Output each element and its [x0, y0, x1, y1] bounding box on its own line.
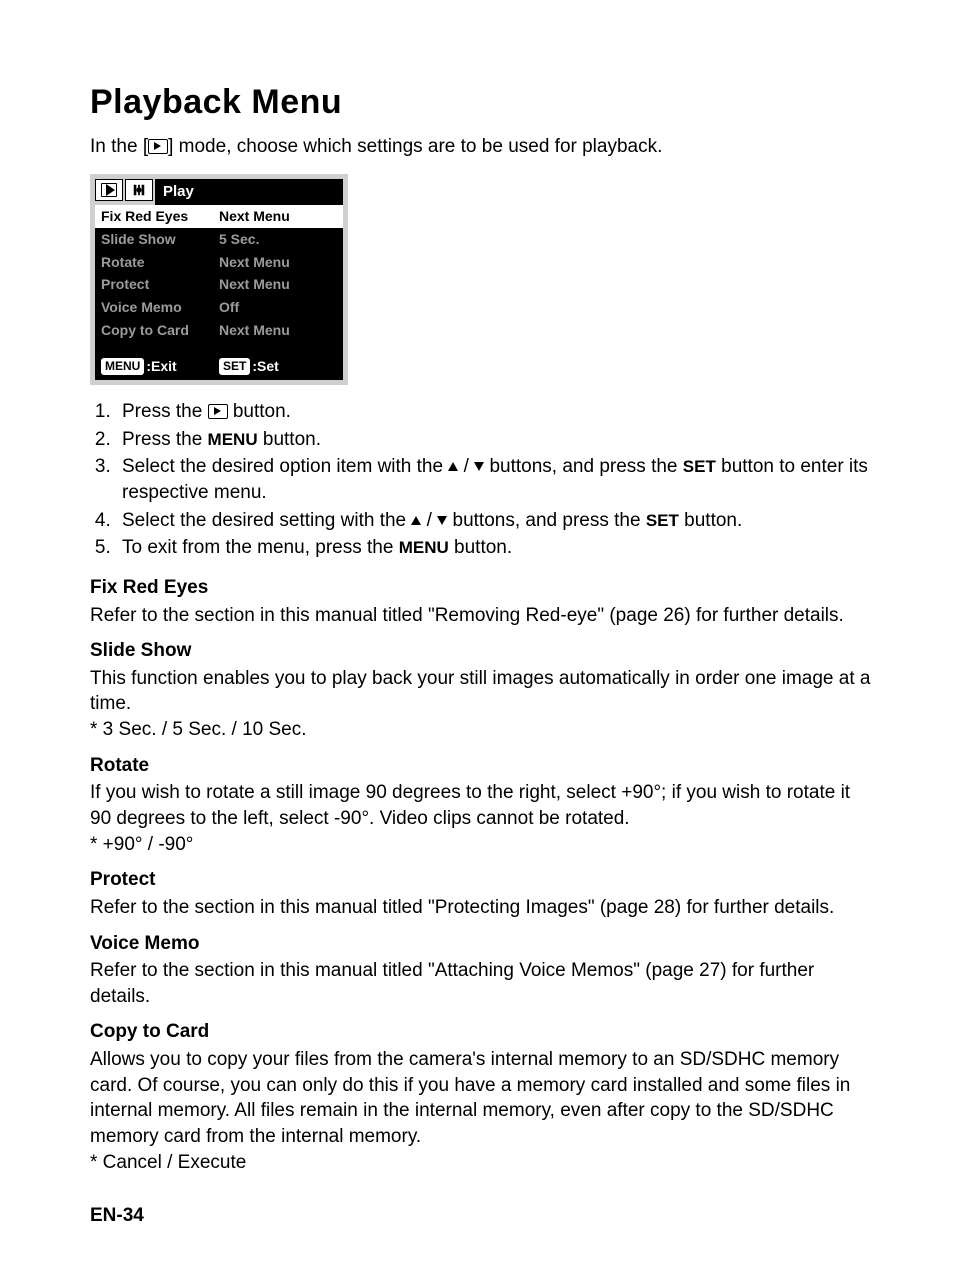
menu-row-label: Slide Show: [101, 230, 219, 249]
section-text: If you wish to rotate a still image 90 d…: [90, 780, 874, 831]
menu-row-value: Next Menu: [219, 253, 337, 272]
play-mode-icon: [208, 404, 228, 419]
menu-row: Voice Memo Off: [95, 296, 343, 319]
arrow-down-icon: [474, 462, 484, 471]
tab-playback-icon: [95, 179, 123, 201]
section-options: * Cancel / Execute: [90, 1150, 874, 1176]
section-heading-slide-show: Slide Show: [90, 638, 874, 664]
set-button-label: SET: [646, 511, 679, 530]
menu-row-value: Next Menu: [219, 207, 337, 226]
step-text: button.: [228, 401, 291, 422]
menu-row-value: Next Menu: [219, 275, 337, 294]
tab-setup-icon: [125, 179, 153, 201]
menu-row: Protect Next Menu: [95, 273, 343, 296]
menu-chip: MENU: [101, 358, 144, 374]
section-options: * 3 Sec. / 5 Sec. / 10 Sec.: [90, 717, 874, 743]
step-text: Select the desired option item with the: [122, 456, 448, 477]
menu-row-value: Off: [219, 298, 337, 317]
step-text: Press the: [122, 429, 208, 450]
step-item: To exit from the menu, press the MENU bu…: [116, 535, 874, 561]
step-item: Press the button.: [116, 399, 874, 425]
menu-row-value: 5 Sec.: [219, 230, 337, 249]
menu-row-label: Voice Memo: [101, 298, 219, 317]
step-text: buttons, and press the: [447, 510, 646, 531]
step-text: /: [421, 510, 437, 531]
arrow-down-icon: [437, 516, 447, 525]
section-body: Refer to the section in this manual titl…: [90, 603, 874, 629]
menu-row-label: Fix Red Eyes: [101, 207, 219, 226]
step-text: /: [458, 456, 474, 477]
steps-list: Press the button. Press the MENU button.…: [90, 399, 874, 561]
section-heading-copy-to-card: Copy to Card: [90, 1019, 874, 1045]
camera-menu-screenshot: Play Fix Red Eyes Next Menu Slide Show 5…: [90, 174, 348, 385]
menu-footer: MENU :Exit SET :Set: [95, 354, 343, 380]
section-body: Refer to the section in this manual titl…: [90, 958, 874, 1009]
section-body: Allows you to copy your files from the c…: [90, 1047, 874, 1175]
menu-row: Rotate Next Menu: [95, 251, 343, 274]
menu-row: Fix Red Eyes Next Menu: [95, 205, 343, 228]
section-heading-rotate: Rotate: [90, 753, 874, 779]
arrow-up-icon: [448, 462, 458, 471]
menu-row-value: Next Menu: [219, 321, 337, 340]
intro-before: In the [: [90, 136, 148, 157]
menu-row-label: Copy to Card: [101, 321, 219, 340]
section-body: If you wish to rotate a still image 90 d…: [90, 780, 874, 857]
menu-row-label: Rotate: [101, 253, 219, 272]
menu-button-label: MENU: [208, 430, 258, 449]
section-text: This function enables you to play back y…: [90, 666, 874, 717]
menu-button-label: MENU: [399, 538, 449, 557]
step-item: Select the desired option item with the …: [116, 454, 874, 505]
step-text: buttons, and press the: [484, 456, 683, 477]
menu-row-label: Protect: [101, 275, 219, 294]
intro-text: In the [ ] mode, choose which settings ar…: [90, 134, 874, 160]
tab-title: Play: [155, 179, 343, 205]
step-text: To exit from the menu, press the: [122, 537, 399, 558]
step-text: Select the desired setting with the: [122, 510, 411, 531]
play-mode-icon: [148, 139, 168, 154]
section-options: * +90° / -90°: [90, 832, 874, 858]
intro-after: ] mode, choose which settings are to be …: [168, 136, 662, 157]
menu-footer-set: :Set: [252, 357, 278, 376]
section-heading-fix-red-eyes: Fix Red Eyes: [90, 575, 874, 601]
step-text: Press the: [122, 401, 208, 422]
arrow-up-icon: [411, 516, 421, 525]
step-item: Select the desired setting with the / bu…: [116, 508, 874, 534]
menu-row: Slide Show 5 Sec.: [95, 228, 343, 251]
section-body: This function enables you to play back y…: [90, 666, 874, 743]
section-text: Allows you to copy your files from the c…: [90, 1047, 874, 1150]
menu-footer-exit: :Exit: [146, 357, 176, 376]
step-text: button.: [258, 429, 321, 450]
section-heading-voice-memo: Voice Memo: [90, 931, 874, 957]
section-body: Refer to the section in this manual titl…: [90, 895, 874, 921]
set-button-label: SET: [683, 457, 716, 476]
menu-row: Copy to Card Next Menu: [95, 319, 343, 342]
step-text: button.: [679, 510, 742, 531]
section-heading-protect: Protect: [90, 867, 874, 893]
page-title: Playback Menu: [90, 80, 874, 126]
page-number: EN-34: [90, 1203, 874, 1229]
menu-body: Fix Red Eyes Next Menu Slide Show 5 Sec.…: [95, 205, 343, 380]
set-chip: SET: [219, 358, 250, 374]
step-text: button.: [449, 537, 512, 558]
step-item: Press the MENU button.: [116, 427, 874, 453]
